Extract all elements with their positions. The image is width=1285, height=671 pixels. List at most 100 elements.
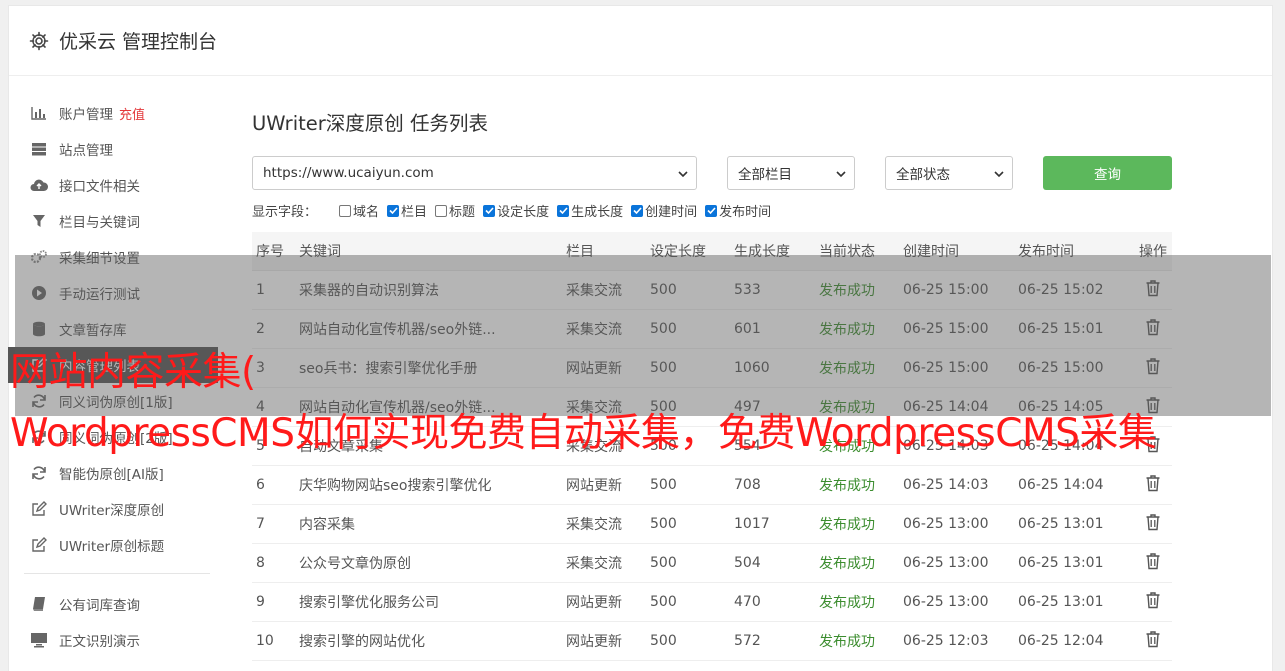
- gear-icon: [29, 31, 49, 51]
- sidebar-item-label: UWriter原创标题: [59, 539, 165, 555]
- field-checkbox[interactable]: 标题: [435, 201, 475, 220]
- edit-icon: [30, 536, 48, 554]
- page-title: UWriter深度原创 任务列表: [252, 112, 488, 135]
- checkbox-empty-icon[interactable]: [435, 204, 448, 217]
- trash-icon[interactable]: [1145, 552, 1161, 574]
- header: 优采云 管理控制台: [9, 6, 1272, 76]
- filter-bar: https://www.ucaiyun.com 全部栏目 全部状态 查询: [252, 156, 1172, 190]
- trash-icon[interactable]: [1145, 513, 1161, 535]
- sidebar-item-label: 站点管理: [59, 143, 113, 159]
- table-cell: 庆华购物网站seo搜索引擎优化: [299, 478, 492, 494]
- checkbox-checked-icon[interactable]: [631, 204, 644, 217]
- filter-icon: [30, 212, 48, 230]
- field-checkbox[interactable]: 创建时间: [631, 201, 697, 220]
- table-cell: 504: [734, 555, 761, 571]
- table-cell: 06-25 13:01: [1018, 594, 1104, 610]
- edit-icon: [30, 500, 48, 518]
- sidebar-item[interactable]: UWriter深度原创: [8, 491, 218, 527]
- status-cell: 发布成功: [819, 595, 875, 611]
- table-cell: 06-25 13:00: [903, 555, 989, 571]
- checkbox-checked-icon[interactable]: [387, 204, 400, 217]
- sidebar-item[interactable]: 正文识别演示: [8, 622, 218, 658]
- bar-chart-icon: [30, 104, 48, 122]
- sidebar-item[interactable]: 智能伪原创[AI版]: [8, 455, 218, 491]
- field-checkbox[interactable]: 栏目: [387, 201, 427, 220]
- table-cell: 572: [734, 633, 761, 649]
- delete-button[interactable]: [1134, 630, 1172, 652]
- checkbox-checked-icon[interactable]: [483, 204, 496, 217]
- sidebar-item-label: 正文识别演示: [59, 634, 140, 650]
- cloud-upload-icon: [30, 176, 48, 194]
- table-cell: 网站更新: [566, 478, 622, 494]
- sidebar-item[interactable]: 栏目与关键词: [8, 203, 218, 239]
- table-cell: 06-25 14:03: [903, 477, 989, 493]
- refresh-icon: [30, 464, 48, 482]
- table-cell: 公众号文章伪原创: [299, 556, 411, 572]
- checkbox-checked-icon[interactable]: [705, 204, 718, 217]
- recharge-link[interactable]: 充值: [119, 104, 145, 123]
- table-cell: 06-25 12:03: [903, 633, 989, 649]
- trash-icon[interactable]: [1145, 474, 1161, 496]
- sidebar-item[interactable]: 账户管理 充值: [8, 95, 218, 131]
- chevron-down-icon: [678, 171, 688, 178]
- trash-icon[interactable]: [1145, 630, 1161, 652]
- table-cell: 搜索引擎优化服务公司: [299, 595, 439, 611]
- field-checkbox[interactable]: 发布时间: [705, 201, 771, 220]
- table-row: 7 内容采集 采集交流 500 1017 发布成功 06-25 13:00 06-25 13:…: [252, 505, 1172, 544]
- table-cell: 7: [256, 516, 265, 532]
- table-cell: 500: [650, 555, 677, 571]
- table-row: 8 公众号文章伪原创 采集交流 500 504 发布成功 06-25 13:00 06-25 …: [252, 544, 1172, 583]
- status-select[interactable]: 全部状态: [885, 156, 1013, 190]
- column-select[interactable]: 全部栏目: [727, 156, 855, 190]
- field-checkbox[interactable]: 生成长度: [557, 201, 623, 220]
- field-checkbox-label: 生成长度: [571, 205, 624, 220]
- field-checkbox-label: 域名: [353, 205, 380, 220]
- sidebar-item[interactable]: 接口文件相关: [8, 167, 218, 203]
- checkbox-empty-icon[interactable]: [339, 204, 352, 217]
- field-checkbox-label: 设定长度: [497, 205, 550, 220]
- delete-button[interactable]: [1134, 591, 1172, 613]
- table-cell: 9: [256, 594, 265, 610]
- table-cell: 470: [734, 594, 761, 610]
- delete-button[interactable]: [1134, 552, 1172, 574]
- table-row: 9 搜索引擎优化服务公司 网站更新 500 470 发布成功 06-25 13:00 06-2…: [252, 583, 1172, 622]
- field-checkbox-label: 创建时间: [645, 205, 698, 220]
- status-cell: 发布成功: [819, 556, 875, 572]
- chevron-down-icon: [836, 171, 846, 178]
- sidebar-divider: [24, 573, 210, 574]
- overlay-headline-line2: WordpressCMS如何实现免费自动采集，免费WordpressCMS采集: [10, 411, 1157, 456]
- delete-button[interactable]: [1134, 513, 1172, 535]
- checkbox-checked-icon[interactable]: [557, 204, 570, 217]
- table-cell: 采集交流: [566, 517, 622, 533]
- sidebar-item-label: 接口文件相关: [59, 179, 140, 195]
- display-fields-label: 显示字段：: [252, 205, 318, 220]
- table-cell: 500: [650, 516, 677, 532]
- query-button[interactable]: 查询: [1043, 156, 1172, 190]
- table-cell: 6: [256, 477, 265, 493]
- table-cell: 06-25 14:04: [1018, 477, 1104, 493]
- sidebar-item[interactable]: UWriter原创标题: [8, 527, 218, 563]
- field-checkbox-label: 发布时间: [719, 205, 772, 220]
- table-cell: 06-25 13:00: [903, 516, 989, 532]
- sidebar-item[interactable]: 站点管理: [8, 131, 218, 167]
- sidebar-item[interactable]: 公有词库查询: [8, 586, 218, 622]
- field-checkbox[interactable]: 设定长度: [483, 201, 549, 220]
- table-cell: 搜索引擎的网站优化: [299, 634, 425, 650]
- sidebar-item-label: UWriter深度原创: [59, 503, 165, 519]
- book-icon: [30, 595, 48, 613]
- field-checkbox[interactable]: 域名: [339, 201, 379, 220]
- table-cell: 06-25 13:00: [903, 594, 989, 610]
- delete-button[interactable]: [1134, 474, 1172, 496]
- monitor-icon: [30, 631, 48, 649]
- table-cell: 06-25 13:01: [1018, 516, 1104, 532]
- display-fields: 显示字段： 域名 栏目 标题 设定长度 生成长度 创建时间 发布时间: [252, 201, 779, 220]
- table-cell: 采集交流: [566, 556, 622, 572]
- sidebar-item-label: 智能伪原创[AI版]: [59, 467, 164, 483]
- table-cell: 网站更新: [566, 634, 622, 650]
- status-cell: 发布成功: [819, 517, 875, 533]
- trash-icon[interactable]: [1145, 591, 1161, 613]
- table-cell: 708: [734, 477, 761, 493]
- table-cell: 06-25 13:01: [1018, 555, 1104, 571]
- chevron-down-icon: [994, 171, 1004, 178]
- site-select[interactable]: https://www.ucaiyun.com: [252, 156, 697, 190]
